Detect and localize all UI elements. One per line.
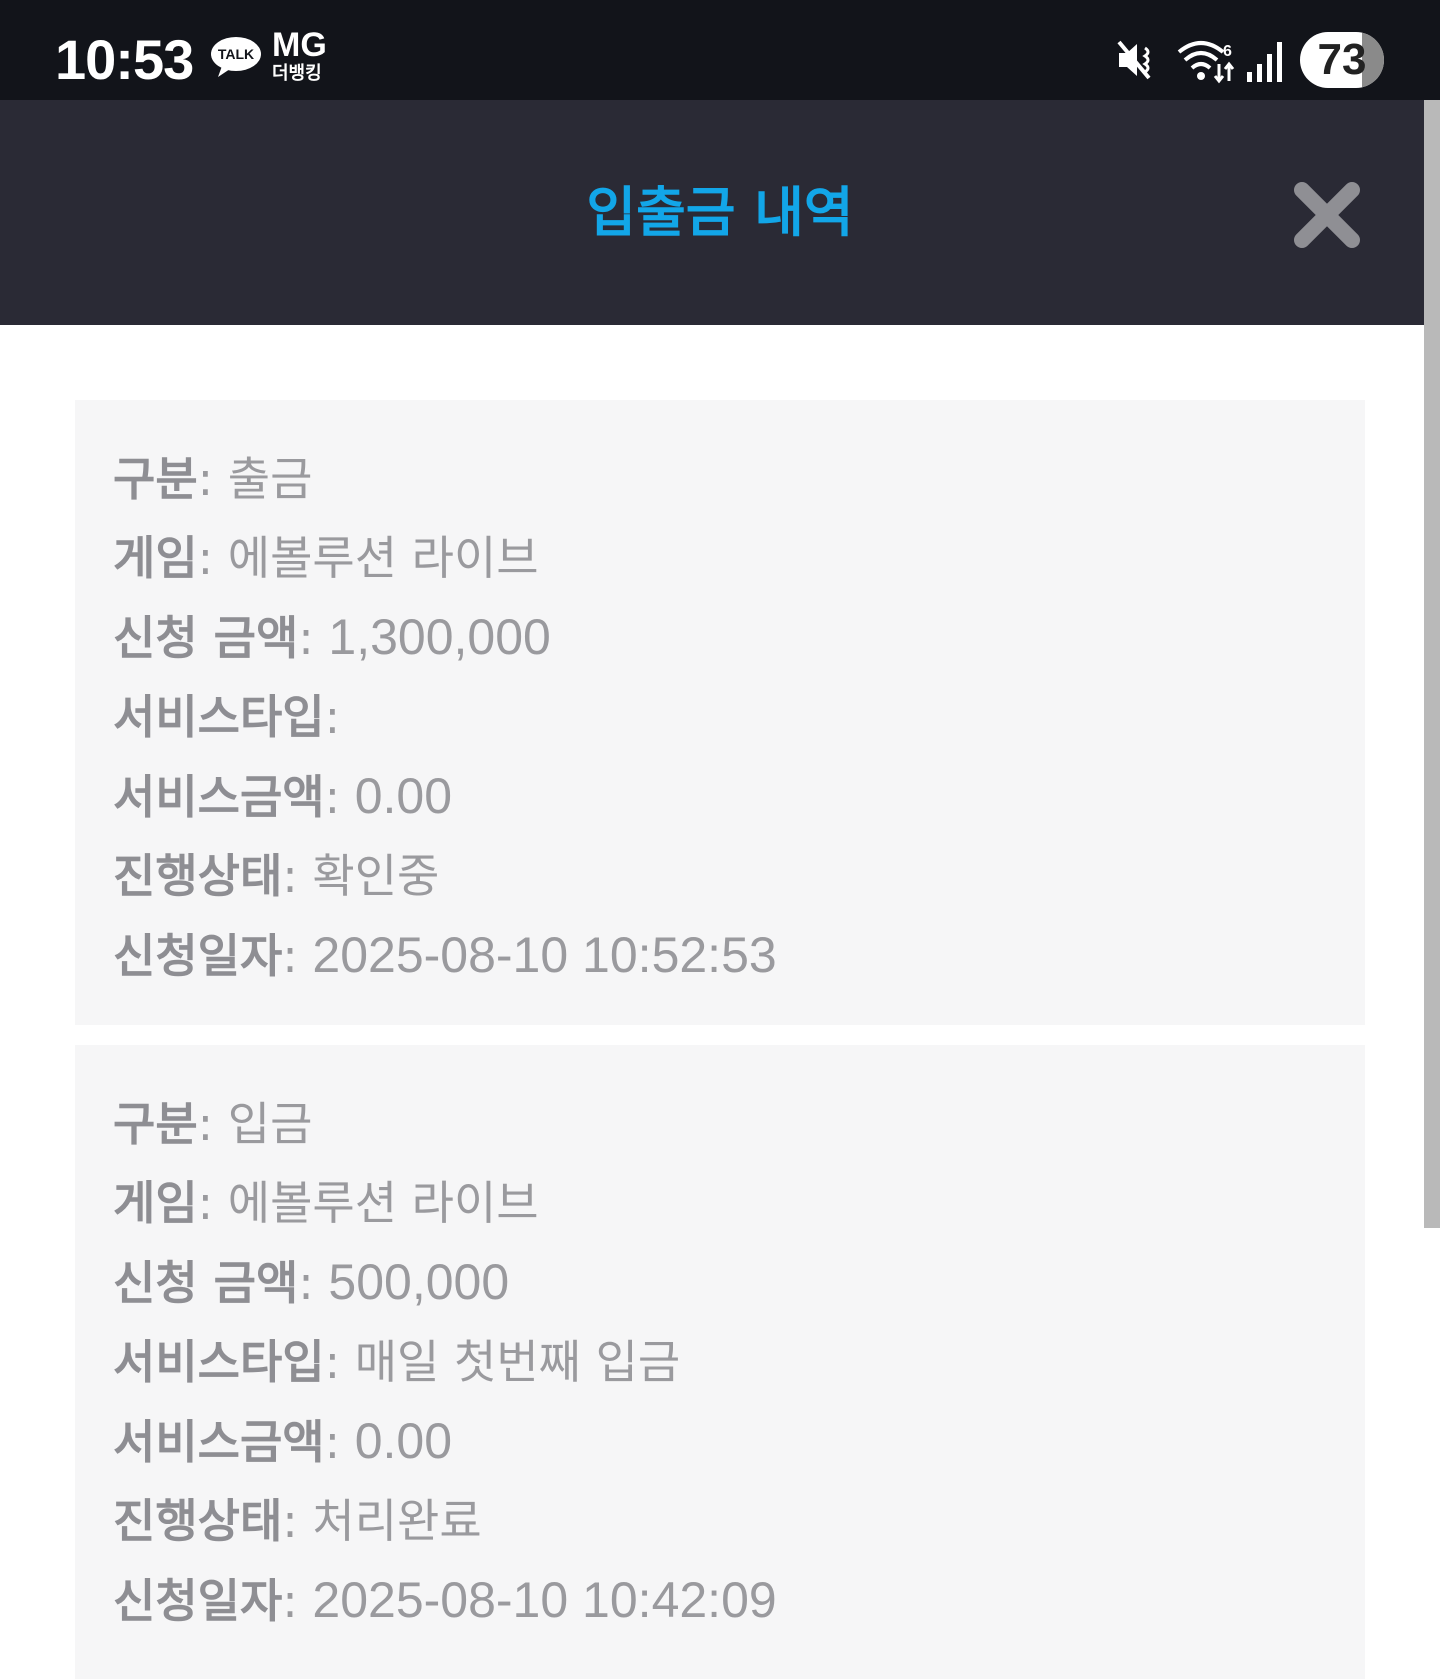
page-title: 입출금 내역 xyxy=(586,181,854,244)
field-status: 진행상태: 처리완료 xyxy=(113,1494,482,1548)
field-game: 게임: 에볼루션 라이브 xyxy=(113,1176,539,1230)
status-bar: 10:53 TALK MG 더뱅킹 6 73 xyxy=(0,0,1440,100)
field-amount: 신청 금액: 500,000 xyxy=(113,1254,510,1310)
mute-icon xyxy=(1117,40,1151,80)
scrollbar[interactable] xyxy=(1424,100,1440,1228)
mg-bank-icon: MG 더뱅킹 xyxy=(272,28,332,92)
field-type: 구분: 입금 xyxy=(113,1097,313,1151)
svg-text:6: 6 xyxy=(1223,43,1232,60)
dialog-header: 입출금 내역 xyxy=(0,100,1440,325)
transaction-card: 구분: 입금 게임: 에볼루션 라이브 신청 금액: 500,000 서비스타입… xyxy=(75,1045,1365,1679)
signal-icon xyxy=(1247,42,1282,82)
mg-bottom-text: 더뱅킹 xyxy=(272,63,322,84)
field-service-amount: 서비스금액: 0.00 xyxy=(113,768,453,824)
field-request-date: 신청일자: 2025-08-10 10:52:53 xyxy=(113,927,777,983)
field-service-type: 서비스타입: 매일 첫번째 입금 xyxy=(113,1335,681,1389)
battery-level: 73 xyxy=(1317,35,1367,84)
field-game: 게임: 에볼루션 라이브 xyxy=(113,531,539,585)
transaction-card: 구분: 출금 게임: 에볼루션 라이브 신청 금액: 1,300,000 서비스… xyxy=(75,400,1365,1025)
field-request-date: 신청일자: 2025-08-10 10:42:09 xyxy=(113,1572,777,1628)
clock: 10:53 xyxy=(55,28,194,91)
talk-icon: TALK xyxy=(211,37,261,77)
battery-icon: 73 xyxy=(1300,32,1384,88)
field-service-type: 서비스타입: xyxy=(113,690,341,744)
field-type: 구분: 출금 xyxy=(113,452,313,506)
field-service-amount: 서비스금액: 0.00 xyxy=(113,1413,453,1469)
field-status: 진행상태: 확인중 xyxy=(113,849,440,903)
close-icon[interactable] xyxy=(1290,178,1364,252)
field-amount: 신청 금액: 1,300,000 xyxy=(113,609,551,665)
wifi-icon: 6 xyxy=(1177,41,1235,84)
mg-top-text: MG xyxy=(272,26,327,64)
talk-badge-text: TALK xyxy=(218,46,254,62)
